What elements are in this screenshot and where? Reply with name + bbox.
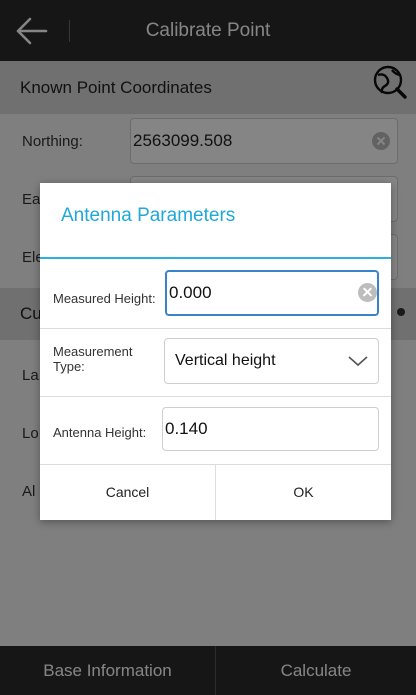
clear-icon[interactable] (358, 283, 377, 302)
row-separator (40, 328, 391, 329)
antenna-height-input[interactable]: 0.140 (162, 407, 379, 451)
measurement-type-select[interactable]: Vertical height (164, 338, 379, 384)
measurement-type-label: Measurement Type: (53, 344, 133, 374)
antenna-height-value: 0.140 (165, 419, 208, 438)
row-separator (40, 396, 391, 397)
antenna-height-label: Antenna Height: (53, 425, 147, 440)
ok-button[interactable]: OK (216, 465, 391, 520)
measurement-type-value: Vertical height (175, 352, 276, 369)
dialog-title-divider (40, 257, 391, 259)
antenna-parameters-dialog: Antenna Parameters Measured Height: 0.00… (40, 183, 391, 520)
chevron-down-icon (348, 356, 368, 367)
cancel-button[interactable]: Cancel (40, 465, 215, 520)
measured-height-value: 0.000 (169, 283, 212, 302)
dialog-title: Antenna Parameters (61, 205, 236, 226)
measured-height-input[interactable]: 0.000 (165, 270, 379, 316)
measured-height-label: Measured Height: (53, 291, 156, 306)
